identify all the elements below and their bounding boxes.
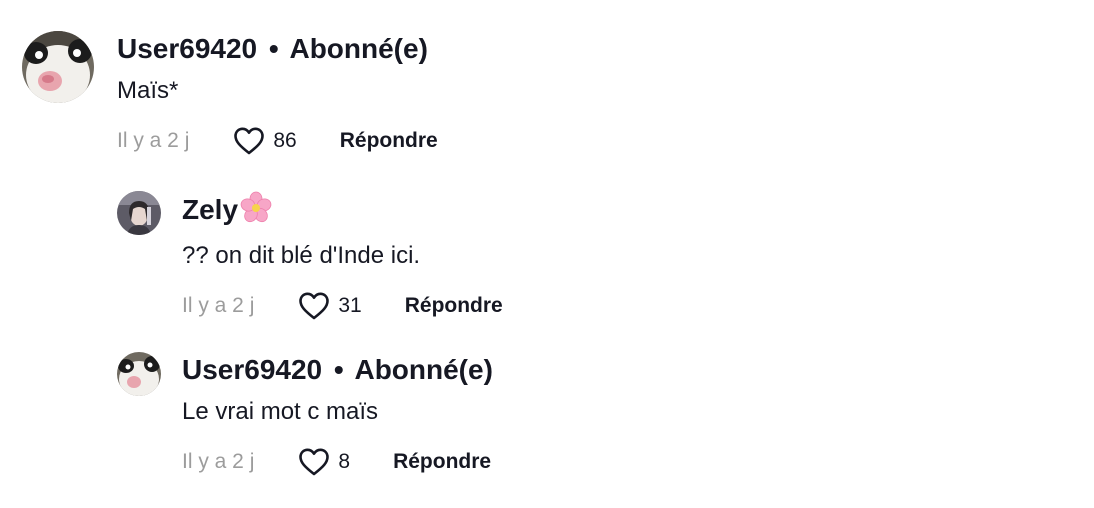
heart-icon	[299, 448, 330, 476]
name-separator: •	[268, 33, 279, 64]
reply-comment-item: Zely ?? on dit blé d'Inde ici. Il y a 2 …	[117, 191, 503, 322]
like-count: 86	[273, 129, 297, 152]
person-avatar-icon	[117, 191, 161, 235]
user-avatar[interactable]	[117, 191, 161, 235]
like-button[interactable]: 86	[233, 126, 297, 156]
reply-button[interactable]: Répondre	[405, 294, 503, 318]
comment-meta: Il y a 2 j 31 Répondre	[182, 290, 503, 322]
follower-tag: Abonné(e)	[354, 354, 493, 385]
cherry-blossom-icon	[240, 191, 272, 232]
user-avatar[interactable]	[117, 352, 161, 396]
comment-time: Il y a 2 j	[182, 294, 255, 317]
comment-meta: Il y a 2 j 8 Répondre	[182, 446, 493, 478]
comment-meta: Il y a 2 j 86 Répondre	[117, 125, 438, 157]
comment-time: Il y a 2 j	[182, 450, 255, 473]
like-button[interactable]: 31	[298, 291, 362, 321]
like-count: 8	[338, 450, 351, 473]
cat-avatar-icon	[22, 31, 94, 103]
comment-author-line[interactable]: User69420 • Abonné(e)	[182, 352, 493, 388]
comment-author[interactable]: User69420	[117, 33, 257, 64]
like-button[interactable]: 8	[298, 447, 350, 477]
like-count: 31	[338, 294, 362, 317]
reply-button[interactable]: Répondre	[340, 129, 438, 153]
comment-author[interactable]: User69420	[182, 354, 322, 385]
comment-text: ?? on dit blé d'Inde ici.	[182, 242, 421, 269]
cat-avatar-icon	[117, 352, 161, 396]
name-separator: •	[333, 354, 344, 385]
heart-icon	[234, 127, 265, 155]
reply-button[interactable]: Répondre	[393, 450, 491, 474]
reply-comment-item: User69420 • Abonné(e) Le vrai mot c maïs…	[117, 352, 493, 478]
comment-time: Il y a 2 j	[117, 129, 190, 152]
comment-author-line[interactable]: Zely	[182, 191, 503, 232]
follower-tag: Abonné(e)	[289, 33, 428, 64]
comment-text: Maïs*	[117, 77, 179, 104]
comment-text: Le vrai mot c maïs	[182, 398, 379, 425]
comment-author[interactable]: Zely	[182, 194, 238, 225]
comment-item: User69420 • Abonné(e) Maïs* Il y a 2 j 8…	[22, 31, 438, 157]
heart-icon	[299, 292, 330, 320]
user-avatar[interactable]	[22, 31, 94, 103]
comment-author-line[interactable]: User69420 • Abonné(e)	[117, 31, 438, 67]
